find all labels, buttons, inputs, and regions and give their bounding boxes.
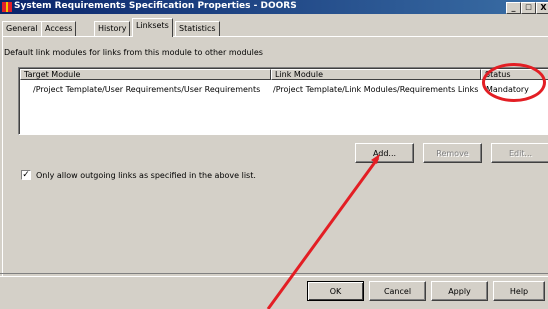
annotation-arrow-line (266, 157, 380, 309)
tab-linksets[interactable]: Linksets (132, 18, 173, 37)
annotation-arrow-icon (266, 154, 380, 309)
